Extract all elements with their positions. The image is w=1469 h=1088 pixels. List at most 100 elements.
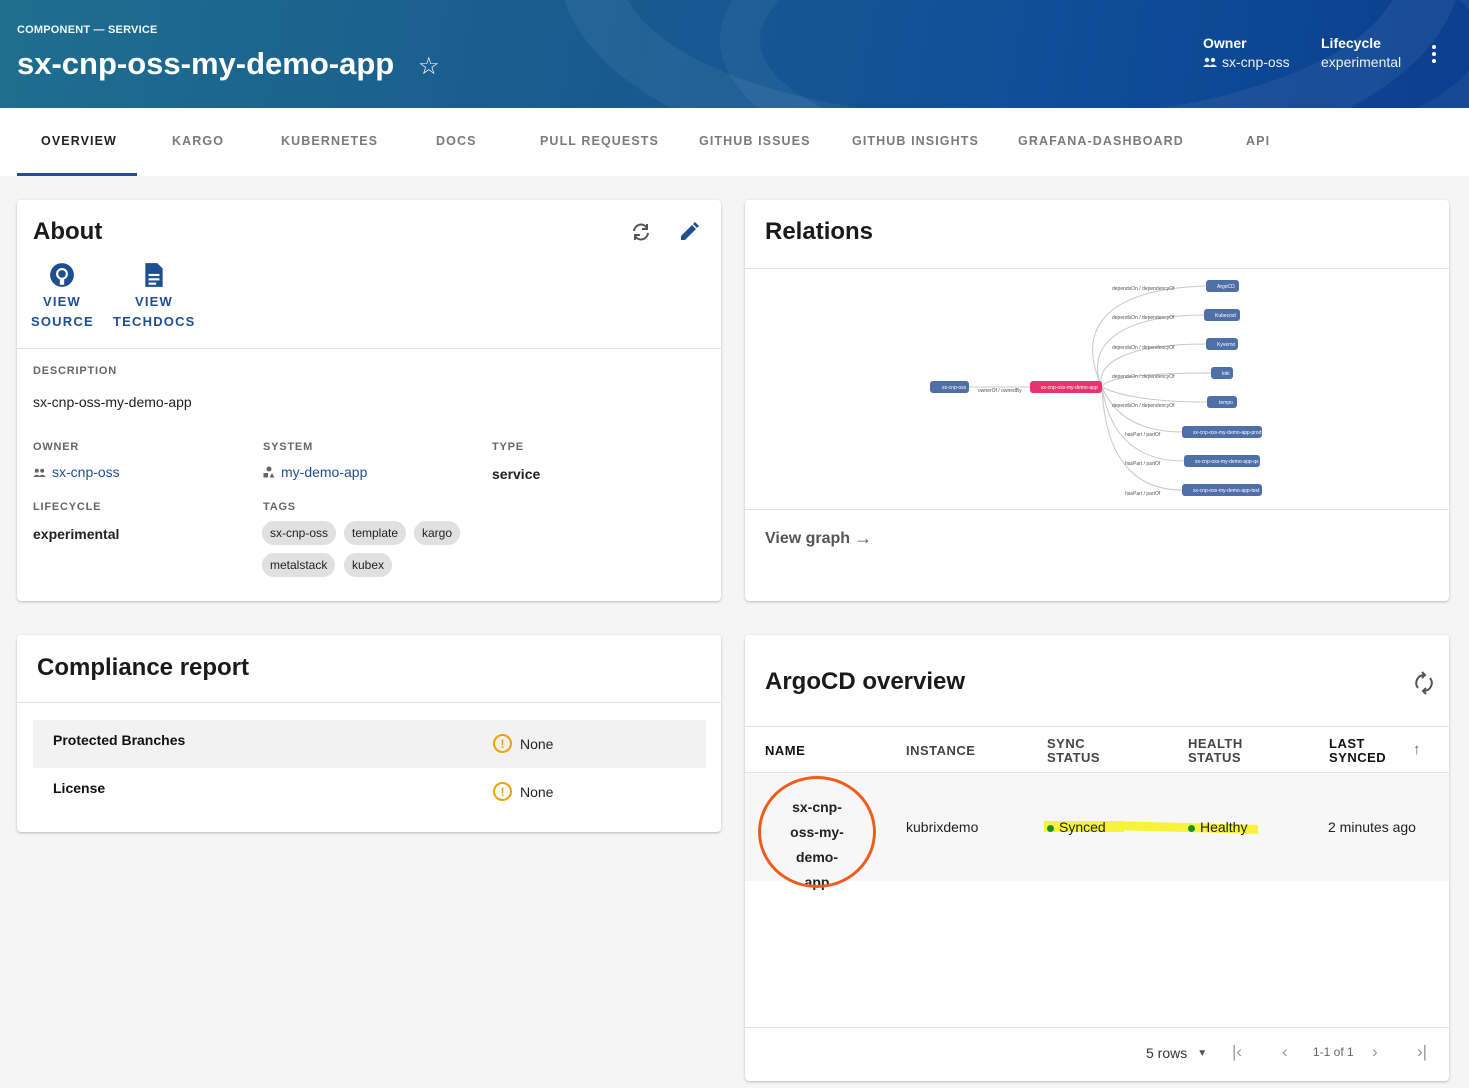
tab-overview[interactable]: OVERVIEW xyxy=(41,134,117,148)
annotation-circle xyxy=(758,776,876,888)
favorite-star-icon[interactable]: ☆ xyxy=(418,52,440,81)
node-label: sx-cnp-oss-my-demo-app-test xyxy=(1193,488,1260,494)
edge-label: hasPart / partOf xyxy=(1125,432,1161,438)
sync-icon[interactable] xyxy=(1413,671,1435,701)
arrow-right-icon: → xyxy=(854,528,873,548)
compliance-row-value: ! None xyxy=(493,782,553,801)
row-sync-status-text: Synced xyxy=(1059,819,1106,835)
col-header-last-synced[interactable]: LAST SYNCED xyxy=(1329,737,1386,765)
col-header-name[interactable]: NAME xyxy=(765,744,805,758)
col-header-health-status[interactable]: HEALTH STATUS xyxy=(1188,737,1243,765)
warning-icon: ! xyxy=(493,734,512,753)
description-value: sx-cnp-oss-my-demo-app xyxy=(33,394,192,410)
relations-graph[interactable]: ownerOf / ownedBy dependsOn / dependency… xyxy=(745,269,1449,509)
caret-down-icon: ▼ xyxy=(1197,1047,1208,1059)
tab-github-insights[interactable]: GITHUB INSIGHTS xyxy=(852,134,979,148)
more-options-icon[interactable] xyxy=(1432,42,1436,66)
compliance-row-value: ! None xyxy=(493,734,553,753)
page-title: sx-cnp-oss-my-demo-app xyxy=(17,46,395,81)
col-header-health-line1: HEALTH xyxy=(1188,736,1243,751)
edge-label: dependsOn / dependencyOf xyxy=(1112,374,1175,380)
compliance-row: License ! None xyxy=(33,768,706,816)
tab-api[interactable]: API xyxy=(1246,134,1270,148)
relations-divider-bottom xyxy=(745,509,1449,510)
tag-chip: kargo xyxy=(414,521,461,545)
view-source-line2: SOURCE xyxy=(31,314,94,329)
col-header-sync-line1: SYNC xyxy=(1047,736,1086,751)
edge-label: dependsOn / dependencyOf xyxy=(1112,403,1175,409)
last-page-icon[interactable]: ›| xyxy=(1417,1042,1427,1062)
edge-label: dependsOn / dependencyOf xyxy=(1112,286,1175,292)
node-label: sx-cnp-oss-my-demo-app-prod xyxy=(1193,430,1262,436)
compliance-card: Compliance report Protected Branches ! N… xyxy=(17,635,721,832)
tags-label: TAGS xyxy=(263,501,296,513)
row-health-status-text: Healthy xyxy=(1200,819,1248,835)
warning-icon: ! xyxy=(493,782,512,801)
lifecycle-meta-value: experimental xyxy=(1321,54,1402,70)
view-source-line1: VIEW xyxy=(42,294,82,309)
edge-label: hasPart / partOf xyxy=(1125,461,1161,467)
view-graph-link[interactable]: View graph → xyxy=(765,528,872,549)
node-label: loki xyxy=(1222,371,1230,377)
tab-bar: OVERVIEW KARGO KUBERNETES DOCS PULL REQU… xyxy=(0,108,1469,176)
edge-label: ownerOf / ownedBy xyxy=(978,388,1022,394)
lifecycle-value: experimental xyxy=(33,526,120,542)
tab-kubernetes[interactable]: KUBERNETES xyxy=(281,134,378,148)
next-page-icon[interactable]: › xyxy=(1372,1042,1378,1062)
col-header-instance[interactable]: INSTANCE xyxy=(906,744,975,758)
tab-docs[interactable]: DOCS xyxy=(436,134,477,148)
tab-github-issues[interactable]: GITHUB ISSUES xyxy=(699,134,811,148)
edge-label: hasPart / partOf xyxy=(1125,491,1161,497)
about-title: About xyxy=(33,218,103,245)
group-icon xyxy=(33,468,46,477)
system-link[interactable]: my-demo-app xyxy=(263,464,367,480)
row-sync-status: Synced xyxy=(1047,819,1106,835)
edge-label: dependsOn / dependencyOf xyxy=(1112,315,1175,321)
edge-label: dependsOn / dependencyOf xyxy=(1112,345,1175,351)
node-label: Kubecost xyxy=(1215,313,1236,319)
sort-arrow-up-icon[interactable]: ↑ xyxy=(1413,741,1421,758)
edit-icon[interactable] xyxy=(677,220,701,250)
compliance-row-value-text: None xyxy=(520,783,554,800)
argocd-title: ArgoCD overview xyxy=(765,668,966,695)
owner-label: OWNER xyxy=(33,441,80,453)
owner-link[interactable]: sx-cnp-oss xyxy=(33,464,120,480)
col-header-health-line2: STATUS xyxy=(1188,750,1242,765)
tab-grafana-dashboard[interactable]: GRAFANA-DASHBOARD xyxy=(1018,134,1184,148)
tab-pull-requests[interactable]: PULL REQUESTS xyxy=(540,134,659,148)
system-label: SYSTEM xyxy=(263,441,314,453)
node-label: ArgoCD xyxy=(1217,284,1235,290)
view-techdocs-link[interactable]: VIEW TECHDOCS xyxy=(113,262,195,332)
argocd-card: ArgoCD overview NAME INSTANCE SYNC STATU… xyxy=(745,635,1449,1081)
tag-chip: metalstack xyxy=(262,553,336,577)
owner-meta-value[interactable]: sx-cnp-oss xyxy=(1203,54,1290,70)
document-icon xyxy=(145,263,163,287)
first-page-icon[interactable]: |‹ xyxy=(1232,1042,1242,1062)
compliance-title: Compliance report xyxy=(37,654,250,681)
owner-link-text: sx-cnp-oss xyxy=(52,464,120,480)
lifecycle-label: LIFECYCLE xyxy=(33,501,102,513)
tag-chip: kubex xyxy=(344,553,393,577)
group-icon xyxy=(1203,57,1217,67)
col-header-last-line1: LAST xyxy=(1329,736,1365,751)
row-last-synced: 2 minutes ago xyxy=(1328,819,1416,835)
about-divider xyxy=(17,348,721,349)
node-label: sx-cnp-oss-my-demo-app-qs xyxy=(1195,459,1259,465)
compliance-row: Protected Branches ! None xyxy=(33,720,706,768)
node-label: sx-cnp-oss xyxy=(942,385,967,391)
argocd-divider-footer xyxy=(745,1027,1449,1028)
refresh-icon[interactable] xyxy=(629,220,653,250)
previous-page-icon[interactable]: ‹ xyxy=(1282,1042,1288,1062)
status-dot-icon xyxy=(1047,824,1054,832)
relations-card: Relations ownerOf / ownedBy dependsOn / … xyxy=(745,200,1449,601)
compliance-row-name: Protected Branches xyxy=(53,732,186,748)
github-icon xyxy=(50,263,74,287)
active-tab-indicator xyxy=(17,173,137,176)
system-link-text: my-demo-app xyxy=(281,464,368,480)
view-source-link[interactable]: VIEW SOURCE xyxy=(31,262,93,332)
col-header-sync-status[interactable]: SYNC STATUS xyxy=(1047,737,1100,765)
table-row[interactable]: sx-cnp- oss-my- demo-app kubrixdemo Sync… xyxy=(745,773,1449,890)
tab-kargo[interactable]: KARGO xyxy=(172,134,224,148)
rows-per-page-select[interactable]: 5 rows ▼ xyxy=(1146,1045,1207,1061)
view-graph-text: View graph xyxy=(765,529,851,547)
